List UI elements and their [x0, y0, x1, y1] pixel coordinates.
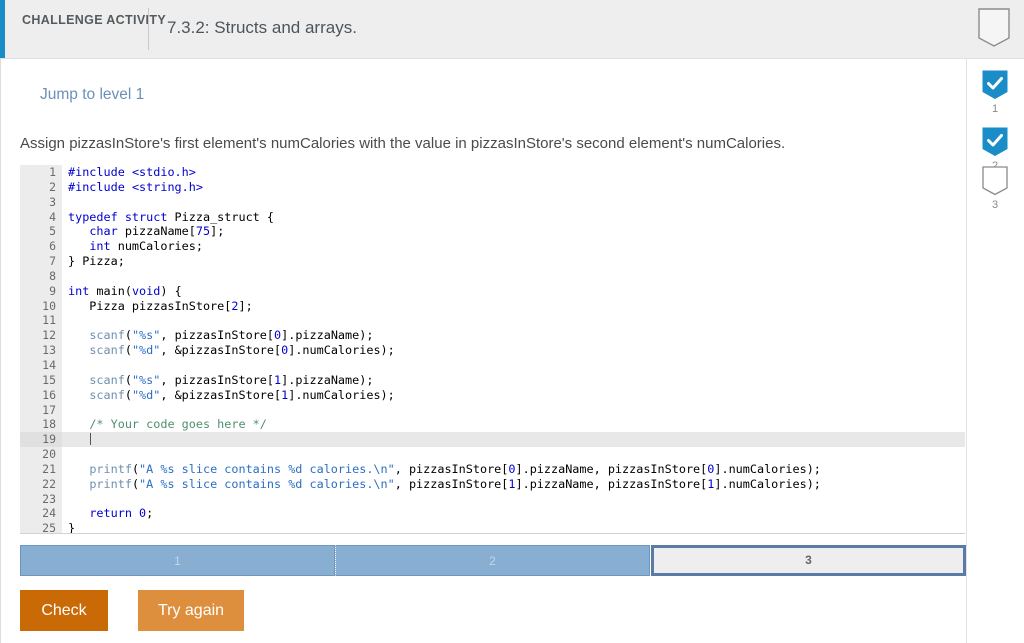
code-text: printf("A %s slice contains %d calories.… — [89, 476, 821, 491]
code-line[interactable]: 9 int main(void) { — [20, 284, 965, 299]
line-number: 10 — [42, 298, 56, 313]
code-line[interactable]: 21 printf("A %s slice contains %d calori… — [20, 462, 965, 477]
line-number: 4 — [49, 209, 56, 224]
code-text: /* Your code goes here */ — [89, 417, 267, 432]
try-again-button[interactable]: Try again — [138, 590, 244, 631]
line-number: 2 — [49, 179, 56, 194]
line-number: 14 — [42, 357, 56, 372]
code-line[interactable]: 2 #include <string.h> — [20, 180, 965, 195]
line-number: 16 — [42, 387, 56, 402]
line-number: 11 — [42, 313, 56, 328]
code-text: scanf("%d", &pizzasInStore[0].numCalorie… — [89, 343, 395, 358]
code-text: #include <string.h> — [68, 179, 203, 194]
code-line[interactable]: 7 } Pizza; — [20, 254, 965, 269]
line-number: 24 — [42, 506, 56, 521]
code-text: return 0; — [89, 506, 154, 521]
code-line[interactable]: 4 typedef struct Pizza_struct { — [20, 210, 965, 225]
bookmark-outline-icon[interactable] — [977, 8, 1011, 48]
code-line[interactable]: 13 scanf("%d", &pizzasInStore[0].numCalo… — [20, 343, 965, 358]
code-line[interactable]: 22 printf("A %s slice contains %d calori… — [20, 477, 965, 492]
code-line[interactable]: 25} — [20, 521, 965, 534]
code-line[interactable]: 6 int numCalories; — [20, 239, 965, 254]
jump-to-level-link[interactable]: Jump to level 1 — [40, 86, 144, 104]
code-text: int numCalories; — [89, 239, 203, 254]
code-editor[interactable]: 1 #include <stdio.h> 2 #include <string.h> 3… — [20, 165, 965, 534]
line-number: 15 — [42, 372, 56, 387]
code-line[interactable]: 11 — [20, 313, 965, 328]
code-line[interactable]: 1 #include <stdio.h> — [20, 165, 965, 180]
line-number: 22 — [42, 476, 56, 491]
progress-segment-label: 1 — [174, 554, 181, 568]
code-text — [62, 432, 92, 447]
check-shield-icon — [982, 70, 1008, 100]
line-number: 18 — [42, 417, 56, 432]
code-text: typedef struct Pizza_struct { — [68, 209, 274, 224]
line-number: 20 — [42, 447, 56, 462]
line-number: 5 — [49, 224, 56, 239]
line-number: 9 — [49, 283, 56, 298]
line-number: 8 — [49, 268, 56, 283]
header-bottom-rule — [0, 58, 1024, 59]
activity-prompt: Assign pizzasInStore's first element's n… — [20, 135, 786, 152]
challenge-activity-label: CHALLENGE ACTIVITY — [22, 13, 167, 27]
level-progress-bar: 1 2 3 — [20, 545, 966, 576]
level-progress-rail: 1 2 3 — [966, 58, 1024, 643]
progress-segment-2[interactable]: 2 — [335, 545, 650, 576]
code-line[interactable]: 14 — [20, 358, 965, 373]
code-line[interactable]: 3 — [20, 195, 965, 210]
left-margin-rule — [0, 58, 1, 643]
code-text: printf("A %s slice contains %d calories.… — [89, 461, 821, 476]
text-cursor — [90, 433, 92, 446]
check-button[interactable]: Check — [20, 590, 108, 631]
header-accent-bar — [0, 0, 5, 58]
code-text: } — [68, 521, 76, 534]
progress-segment-label: 3 — [805, 553, 812, 567]
rail-level-1-number: 1 — [991, 103, 999, 115]
rail-level-3[interactable]: 3 — [979, 166, 1011, 211]
code-text: char pizzaName[75]; — [89, 224, 225, 239]
progress-segment-label: 2 — [489, 554, 496, 568]
activity-header: CHALLENGE ACTIVITY 7.3.2: Structs and ar… — [0, 0, 1024, 58]
code-line[interactable]: 20 — [20, 447, 965, 462]
line-number: 7 — [49, 254, 56, 269]
code-text: } Pizza; — [68, 254, 125, 269]
empty-shield-icon — [982, 166, 1008, 196]
check-shield-icon — [982, 127, 1008, 157]
code-text: scanf("%d", &pizzasInStore[1].numCalorie… — [89, 387, 395, 402]
header-divider — [148, 8, 149, 50]
rail-level-3-number: 3 — [991, 199, 999, 211]
line-number: 6 — [49, 239, 56, 254]
line-number: 13 — [42, 343, 56, 358]
progress-segment-1[interactable]: 1 — [20, 545, 335, 576]
code-line[interactable]: 16 scanf("%d", &pizzasInStore[1].numCalo… — [20, 388, 965, 403]
code-line[interactable]: 10 Pizza pizzasInStore[2]; — [20, 299, 965, 314]
code-line[interactable]: 24 return 0; — [20, 506, 965, 521]
code-text: #include <stdio.h> — [68, 165, 196, 179]
code-line[interactable]: 18 /* Your code goes here */ — [20, 417, 965, 432]
editor-code-area[interactable]: 1 #include <stdio.h> 2 #include <string.h> 3… — [20, 165, 965, 534]
code-line[interactable]: 5 char pizzaName[75]; — [20, 224, 965, 239]
code-line[interactable]: 12 scanf("%s", pizzasInStore[0].pizzaNam… — [20, 328, 965, 343]
code-text: int main(void) { — [68, 283, 182, 298]
activity-title: 7.3.2: Structs and arrays. — [167, 18, 357, 37]
code-text: Pizza pizzasInStore[2]; — [68, 298, 253, 313]
code-text: scanf("%s", pizzasInStore[0].pizzaName); — [89, 328, 374, 343]
code-line[interactable]: 19 — [20, 432, 965, 448]
line-number: 3 — [49, 194, 56, 209]
line-number: 25 — [42, 521, 56, 534]
code-line[interactable]: 15 scanf("%s", pizzasInStore[1].pizzaNam… — [20, 373, 965, 388]
rail-level-1[interactable]: 1 — [979, 70, 1011, 115]
progress-segment-3[interactable]: 3 — [651, 545, 966, 576]
line-number: 17 — [42, 402, 56, 417]
line-number: 1 — [49, 165, 56, 179]
code-line[interactable]: 17 — [20, 403, 965, 418]
line-number: 12 — [42, 328, 56, 343]
code-line[interactable]: 23 — [20, 492, 965, 507]
code-text: scanf("%s", pizzasInStore[1].pizzaName); — [89, 372, 374, 387]
line-number: 19 — [20, 432, 62, 448]
code-line[interactable]: 8 — [20, 269, 965, 284]
line-number: 23 — [42, 491, 56, 506]
line-number: 21 — [42, 461, 56, 476]
